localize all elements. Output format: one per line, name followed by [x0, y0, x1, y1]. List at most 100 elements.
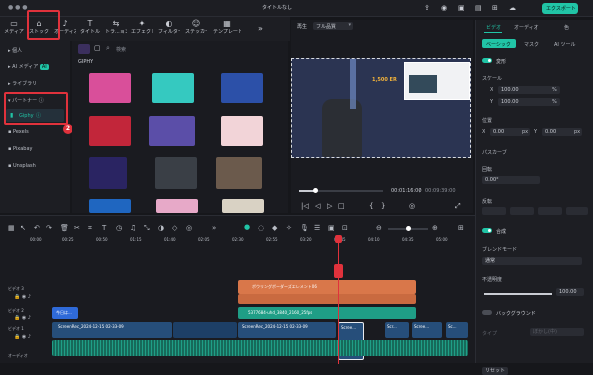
- timeline-settings-icon[interactable]: ⊞: [458, 224, 464, 232]
- playhead-split-marker[interactable]: [334, 264, 343, 278]
- blend-mode-select[interactable]: 通常: [482, 257, 582, 265]
- sidebar-pixabay[interactable]: ▪ Pixabay: [8, 146, 33, 152]
- expand-toolbar-icon[interactable]: »: [212, 224, 216, 232]
- mic-icon[interactable]: 🎙: [300, 224, 309, 232]
- ai-tool-icon[interactable]: ✧: [286, 224, 292, 232]
- play-icon[interactable]: ▷: [327, 202, 332, 210]
- ripple-icon[interactable]: ◌: [258, 224, 264, 232]
- keyframe-icon[interactable]: ◇: [172, 224, 177, 232]
- color-match-icon[interactable]: ◑: [158, 224, 164, 232]
- preview-scrubber[interactable]: [299, 188, 383, 193]
- stock-video-clip[interactable]: 5377684-uhd_3840_2160_25fps: [238, 307, 416, 319]
- layout-grid-icon[interactable]: ▦: [8, 224, 15, 232]
- toolbar-sticker[interactable]: ☺ステッカー: [185, 19, 207, 39]
- toolbar-filter[interactable]: ◐フィルター: [158, 19, 180, 39]
- subtab-basic[interactable]: ベーシック: [482, 39, 516, 48]
- giphy-thumb[interactable]: [149, 116, 195, 146]
- reset-button[interactable]: リセット: [482, 367, 508, 375]
- speed-icon[interactable]: ◷: [116, 224, 122, 232]
- sidebar-pexels[interactable]: ▪ Pexels: [8, 129, 29, 135]
- menu-dots-icon[interactable]: ● ● ●: [8, 4, 28, 11]
- zoom-slider-handle[interactable]: [406, 226, 411, 231]
- upload-icon[interactable]: ⇪: [424, 4, 430, 12]
- video-canvas[interactable]: 1,500 ER: [291, 58, 471, 158]
- screenrec-clip[interactable]: ScreenRec_2024-12-15 02-33-09: [238, 322, 336, 338]
- redo-icon[interactable]: ↷: [46, 224, 52, 232]
- toolbar-effect[interactable]: ✦エフェクト: [131, 19, 153, 39]
- render-icon[interactable]: ▣: [328, 224, 335, 232]
- sidebar-library[interactable]: ▸ ライブラリ: [8, 80, 37, 87]
- pip-overlay[interactable]: [404, 62, 470, 100]
- screenrec-clip[interactable]: Scree...: [412, 322, 442, 338]
- flip-rotate-right-button[interactable]: [566, 207, 588, 215]
- flip-vertical-button[interactable]: [510, 207, 534, 215]
- split-icon[interactable]: ✂: [74, 224, 80, 232]
- giphy-thumb[interactable]: [89, 157, 127, 189]
- scrubber-handle[interactable]: [313, 188, 318, 193]
- prev-frame-icon[interactable]: |◁: [301, 202, 309, 210]
- giphy-thumb[interactable]: [89, 73, 131, 103]
- tab-audio[interactable]: オーディオ: [514, 24, 539, 31]
- gif-filter-icon[interactable]: [78, 44, 90, 54]
- tab-color[interactable]: 色: [564, 24, 569, 31]
- type-select[interactable]: ぼかし(中): [530, 328, 584, 336]
- giphy-thumb[interactable]: [89, 199, 131, 213]
- undo-icon[interactable]: ↶: [34, 224, 40, 232]
- snap-icon[interactable]: ⊡: [342, 224, 348, 232]
- lock-icon[interactable]: 🔒 ◉ ♪: [14, 315, 31, 321]
- giphy-thumb[interactable]: [222, 199, 264, 213]
- delete-icon[interactable]: 🗑: [60, 224, 69, 232]
- audio-edit-icon[interactable]: ♫: [130, 224, 136, 232]
- transform-toggle[interactable]: [482, 58, 492, 63]
- scale-x-input[interactable]: 100.00: [498, 86, 560, 94]
- screenrec-clip[interactable]: Sc...: [446, 322, 468, 338]
- screenrec-clip[interactable]: ScreenRec_2024-12-15 02-33-09: [52, 322, 172, 338]
- clip-list-icon[interactable]: ☰: [314, 224, 320, 232]
- giphy-thumb[interactable]: [155, 157, 197, 189]
- marker-icon[interactable]: ◆: [272, 224, 277, 232]
- zoom-slider[interactable]: [388, 226, 428, 231]
- more-icon[interactable]: »: [258, 24, 263, 33]
- audio-waveform[interactable]: [52, 340, 468, 356]
- screenrec-clip[interactable]: [173, 322, 237, 338]
- quality-select[interactable]: フル品質 ▾: [313, 22, 353, 30]
- stop-icon[interactable]: □: [338, 202, 345, 210]
- crop-icon[interactable]: ⌗: [88, 224, 92, 233]
- lock-icon[interactable]: 🔒 ◉ ♪: [14, 334, 31, 340]
- toolbar-transition[interactable]: ⇆トラ...ョン: [105, 19, 127, 39]
- giphy-thumb[interactable]: [156, 199, 198, 213]
- grid-icon[interactable]: ⊞: [492, 4, 498, 12]
- select-tool-icon[interactable]: ↖: [20, 224, 26, 232]
- zoom-out-icon[interactable]: ⊖: [376, 224, 382, 232]
- playhead-handle[interactable]: [335, 235, 342, 243]
- subtab-ai-tools[interactable]: AI ツール: [554, 41, 576, 48]
- giphy-thumb[interactable]: [216, 157, 262, 189]
- export-button[interactable]: エクスポート: [542, 3, 578, 14]
- mark-in-icon[interactable]: {: [369, 202, 373, 210]
- title-clip-lower[interactable]: [238, 294, 416, 304]
- tab-video[interactable]: ビデオ: [486, 24, 501, 31]
- toolbar-template[interactable]: ▦ テンプレート: [213, 19, 241, 39]
- account-icon[interactable]: ◉: [441, 4, 447, 12]
- sidebar-favorites[interactable]: ▸ 個人: [8, 47, 22, 54]
- opacity-slider[interactable]: [484, 293, 552, 295]
- toolbar-media[interactable]: ▭ メディア: [3, 19, 25, 39]
- giphy-thumb[interactable]: [89, 116, 131, 146]
- giphy-thumb[interactable]: [221, 73, 263, 103]
- sidebar-ai-media[interactable]: ▸ AI メディア AI: [8, 63, 49, 70]
- fullscreen-icon[interactable]: ⤢: [455, 202, 461, 211]
- giphy-thumb[interactable]: [152, 73, 194, 103]
- flip-horizontal-button[interactable]: [482, 207, 506, 215]
- gift-icon[interactable]: ▣: [458, 4, 465, 12]
- layout-icon[interactable]: ▤: [475, 4, 482, 12]
- image-filter-icon[interactable]: ▢: [94, 44, 101, 52]
- composite-toggle[interactable]: [482, 228, 492, 233]
- rotate-input[interactable]: 0.00°: [482, 176, 540, 184]
- playhead[interactable]: [335, 235, 342, 364]
- gif-clip[interactable]: 今日は...: [52, 307, 78, 319]
- cloud-icon[interactable]: ☁: [509, 4, 516, 12]
- text-tool-icon[interactable]: T: [102, 224, 106, 232]
- magnet-icon[interactable]: ●: [244, 223, 250, 231]
- background-toggle[interactable]: [482, 310, 492, 315]
- snapshot-icon[interactable]: ◎: [409, 202, 415, 210]
